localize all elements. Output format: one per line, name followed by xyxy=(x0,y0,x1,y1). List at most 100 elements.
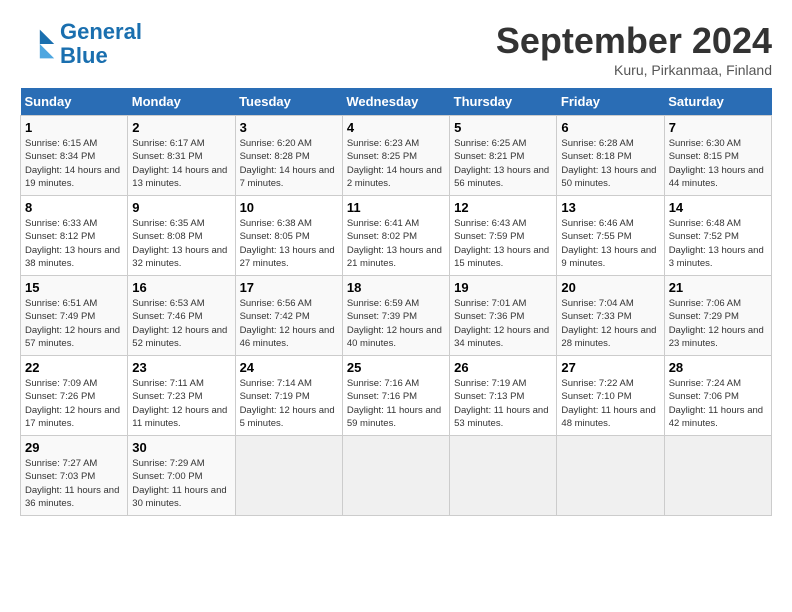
day-info: Sunrise: 6:23 AM Sunset: 8:25 PM Dayligh… xyxy=(347,137,445,190)
logo-general: General xyxy=(60,19,142,44)
day-info: Sunrise: 7:24 AM Sunset: 7:06 PM Dayligh… xyxy=(669,377,767,430)
weekday-header-friday: Friday xyxy=(557,88,664,116)
day-number: 7 xyxy=(669,120,767,135)
calendar-cell: 22 Sunrise: 7:09 AM Sunset: 7:26 PM Dayl… xyxy=(21,356,128,436)
day-number: 26 xyxy=(454,360,552,375)
calendar-cell: 16 Sunrise: 6:53 AM Sunset: 7:46 PM Dayl… xyxy=(128,276,235,356)
day-info: Sunrise: 6:33 AM Sunset: 8:12 PM Dayligh… xyxy=(25,217,123,270)
day-info: Sunrise: 7:16 AM Sunset: 7:16 PM Dayligh… xyxy=(347,377,445,430)
day-info: Sunrise: 6:59 AM Sunset: 7:39 PM Dayligh… xyxy=(347,297,445,350)
day-number: 8 xyxy=(25,200,123,215)
day-number: 24 xyxy=(240,360,338,375)
day-info: Sunrise: 6:30 AM Sunset: 8:15 PM Dayligh… xyxy=(669,137,767,190)
calendar-cell: 23 Sunrise: 7:11 AM Sunset: 7:23 PM Dayl… xyxy=(128,356,235,436)
calendar-cell: 1 Sunrise: 6:15 AM Sunset: 8:34 PM Dayli… xyxy=(21,116,128,196)
day-info: Sunrise: 7:09 AM Sunset: 7:26 PM Dayligh… xyxy=(25,377,123,430)
day-info: Sunrise: 6:46 AM Sunset: 7:55 PM Dayligh… xyxy=(561,217,659,270)
calendar-table: SundayMondayTuesdayWednesdayThursdayFrid… xyxy=(20,88,772,516)
calendar-cell: 27 Sunrise: 7:22 AM Sunset: 7:10 PM Dayl… xyxy=(557,356,664,436)
day-info: Sunrise: 6:35 AM Sunset: 8:08 PM Dayligh… xyxy=(132,217,230,270)
logo-blue: Blue xyxy=(60,44,142,68)
calendar-cell: 29 Sunrise: 7:27 AM Sunset: 7:03 PM Dayl… xyxy=(21,436,128,516)
calendar-week-5: 29 Sunrise: 7:27 AM Sunset: 7:03 PM Dayl… xyxy=(21,436,772,516)
day-info: Sunrise: 6:56 AM Sunset: 7:42 PM Dayligh… xyxy=(240,297,338,350)
day-info: Sunrise: 6:17 AM Sunset: 8:31 PM Dayligh… xyxy=(132,137,230,190)
weekday-header-saturday: Saturday xyxy=(664,88,771,116)
calendar-cell: 3 Sunrise: 6:20 AM Sunset: 8:28 PM Dayli… xyxy=(235,116,342,196)
day-number: 22 xyxy=(25,360,123,375)
day-info: Sunrise: 7:22 AM Sunset: 7:10 PM Dayligh… xyxy=(561,377,659,430)
day-info: Sunrise: 7:14 AM Sunset: 7:19 PM Dayligh… xyxy=(240,377,338,430)
calendar-week-4: 22 Sunrise: 7:09 AM Sunset: 7:26 PM Dayl… xyxy=(21,356,772,436)
weekday-header-monday: Monday xyxy=(128,88,235,116)
logo: General Blue xyxy=(20,20,142,68)
day-info: Sunrise: 6:51 AM Sunset: 7:49 PM Dayligh… xyxy=(25,297,123,350)
day-number: 1 xyxy=(25,120,123,135)
calendar-cell: 14 Sunrise: 6:48 AM Sunset: 7:52 PM Dayl… xyxy=(664,196,771,276)
day-number: 25 xyxy=(347,360,445,375)
day-number: 28 xyxy=(669,360,767,375)
day-number: 30 xyxy=(132,440,230,455)
day-number: 12 xyxy=(454,200,552,215)
title-area: September 2024 Kuru, Pirkanmaa, Finland xyxy=(496,20,772,78)
day-info: Sunrise: 6:41 AM Sunset: 8:02 PM Dayligh… xyxy=(347,217,445,270)
weekday-header-wednesday: Wednesday xyxy=(342,88,449,116)
day-number: 10 xyxy=(240,200,338,215)
location: Kuru, Pirkanmaa, Finland xyxy=(496,62,772,78)
day-info: Sunrise: 6:43 AM Sunset: 7:59 PM Dayligh… xyxy=(454,217,552,270)
calendar-week-1: 1 Sunrise: 6:15 AM Sunset: 8:34 PM Dayli… xyxy=(21,116,772,196)
calendar-cell: 6 Sunrise: 6:28 AM Sunset: 8:18 PM Dayli… xyxy=(557,116,664,196)
day-info: Sunrise: 7:27 AM Sunset: 7:03 PM Dayligh… xyxy=(25,457,123,510)
day-info: Sunrise: 6:20 AM Sunset: 8:28 PM Dayligh… xyxy=(240,137,338,190)
day-number: 4 xyxy=(347,120,445,135)
calendar-cell: 20 Sunrise: 7:04 AM Sunset: 7:33 PM Dayl… xyxy=(557,276,664,356)
calendar-cell: 24 Sunrise: 7:14 AM Sunset: 7:19 PM Dayl… xyxy=(235,356,342,436)
calendar-cell: 17 Sunrise: 6:56 AM Sunset: 7:42 PM Dayl… xyxy=(235,276,342,356)
day-number: 2 xyxy=(132,120,230,135)
calendar-cell: 25 Sunrise: 7:16 AM Sunset: 7:16 PM Dayl… xyxy=(342,356,449,436)
weekday-header-row: SundayMondayTuesdayWednesdayThursdayFrid… xyxy=(21,88,772,116)
day-info: Sunrise: 6:15 AM Sunset: 8:34 PM Dayligh… xyxy=(25,137,123,190)
day-info: Sunrise: 7:01 AM Sunset: 7:36 PM Dayligh… xyxy=(454,297,552,350)
calendar-cell xyxy=(342,436,449,516)
calendar-cell xyxy=(450,436,557,516)
day-info: Sunrise: 7:29 AM Sunset: 7:00 PM Dayligh… xyxy=(132,457,230,510)
calendar-cell: 18 Sunrise: 6:59 AM Sunset: 7:39 PM Dayl… xyxy=(342,276,449,356)
calendar-cell: 2 Sunrise: 6:17 AM Sunset: 8:31 PM Dayli… xyxy=(128,116,235,196)
calendar-cell: 15 Sunrise: 6:51 AM Sunset: 7:49 PM Dayl… xyxy=(21,276,128,356)
day-number: 16 xyxy=(132,280,230,295)
day-number: 27 xyxy=(561,360,659,375)
day-number: 29 xyxy=(25,440,123,455)
calendar-cell: 26 Sunrise: 7:19 AM Sunset: 7:13 PM Dayl… xyxy=(450,356,557,436)
calendar-cell: 19 Sunrise: 7:01 AM Sunset: 7:36 PM Dayl… xyxy=(450,276,557,356)
calendar-cell xyxy=(235,436,342,516)
calendar-cell: 4 Sunrise: 6:23 AM Sunset: 8:25 PM Dayli… xyxy=(342,116,449,196)
day-info: Sunrise: 7:19 AM Sunset: 7:13 PM Dayligh… xyxy=(454,377,552,430)
day-number: 17 xyxy=(240,280,338,295)
day-number: 15 xyxy=(25,280,123,295)
day-number: 13 xyxy=(561,200,659,215)
day-info: Sunrise: 6:25 AM Sunset: 8:21 PM Dayligh… xyxy=(454,137,552,190)
calendar-cell: 13 Sunrise: 6:46 AM Sunset: 7:55 PM Dayl… xyxy=(557,196,664,276)
day-info: Sunrise: 7:06 AM Sunset: 7:29 PM Dayligh… xyxy=(669,297,767,350)
calendar-cell: 11 Sunrise: 6:41 AM Sunset: 8:02 PM Dayl… xyxy=(342,196,449,276)
day-number: 5 xyxy=(454,120,552,135)
weekday-header-tuesday: Tuesday xyxy=(235,88,342,116)
calendar-cell: 9 Sunrise: 6:35 AM Sunset: 8:08 PM Dayli… xyxy=(128,196,235,276)
calendar-cell: 10 Sunrise: 6:38 AM Sunset: 8:05 PM Dayl… xyxy=(235,196,342,276)
header: General Blue September 2024 Kuru, Pirkan… xyxy=(20,20,772,78)
weekday-header-thursday: Thursday xyxy=(450,88,557,116)
calendar-cell: 5 Sunrise: 6:25 AM Sunset: 8:21 PM Dayli… xyxy=(450,116,557,196)
calendar-cell: 7 Sunrise: 6:30 AM Sunset: 8:15 PM Dayli… xyxy=(664,116,771,196)
day-number: 11 xyxy=(347,200,445,215)
day-number: 19 xyxy=(454,280,552,295)
calendar-cell xyxy=(557,436,664,516)
day-number: 9 xyxy=(132,200,230,215)
calendar-cell: 21 Sunrise: 7:06 AM Sunset: 7:29 PM Dayl… xyxy=(664,276,771,356)
calendar-cell: 30 Sunrise: 7:29 AM Sunset: 7:00 PM Dayl… xyxy=(128,436,235,516)
logo-text: General Blue xyxy=(60,20,142,68)
day-number: 14 xyxy=(669,200,767,215)
day-info: Sunrise: 6:28 AM Sunset: 8:18 PM Dayligh… xyxy=(561,137,659,190)
day-info: Sunrise: 7:11 AM Sunset: 7:23 PM Dayligh… xyxy=(132,377,230,430)
day-number: 6 xyxy=(561,120,659,135)
